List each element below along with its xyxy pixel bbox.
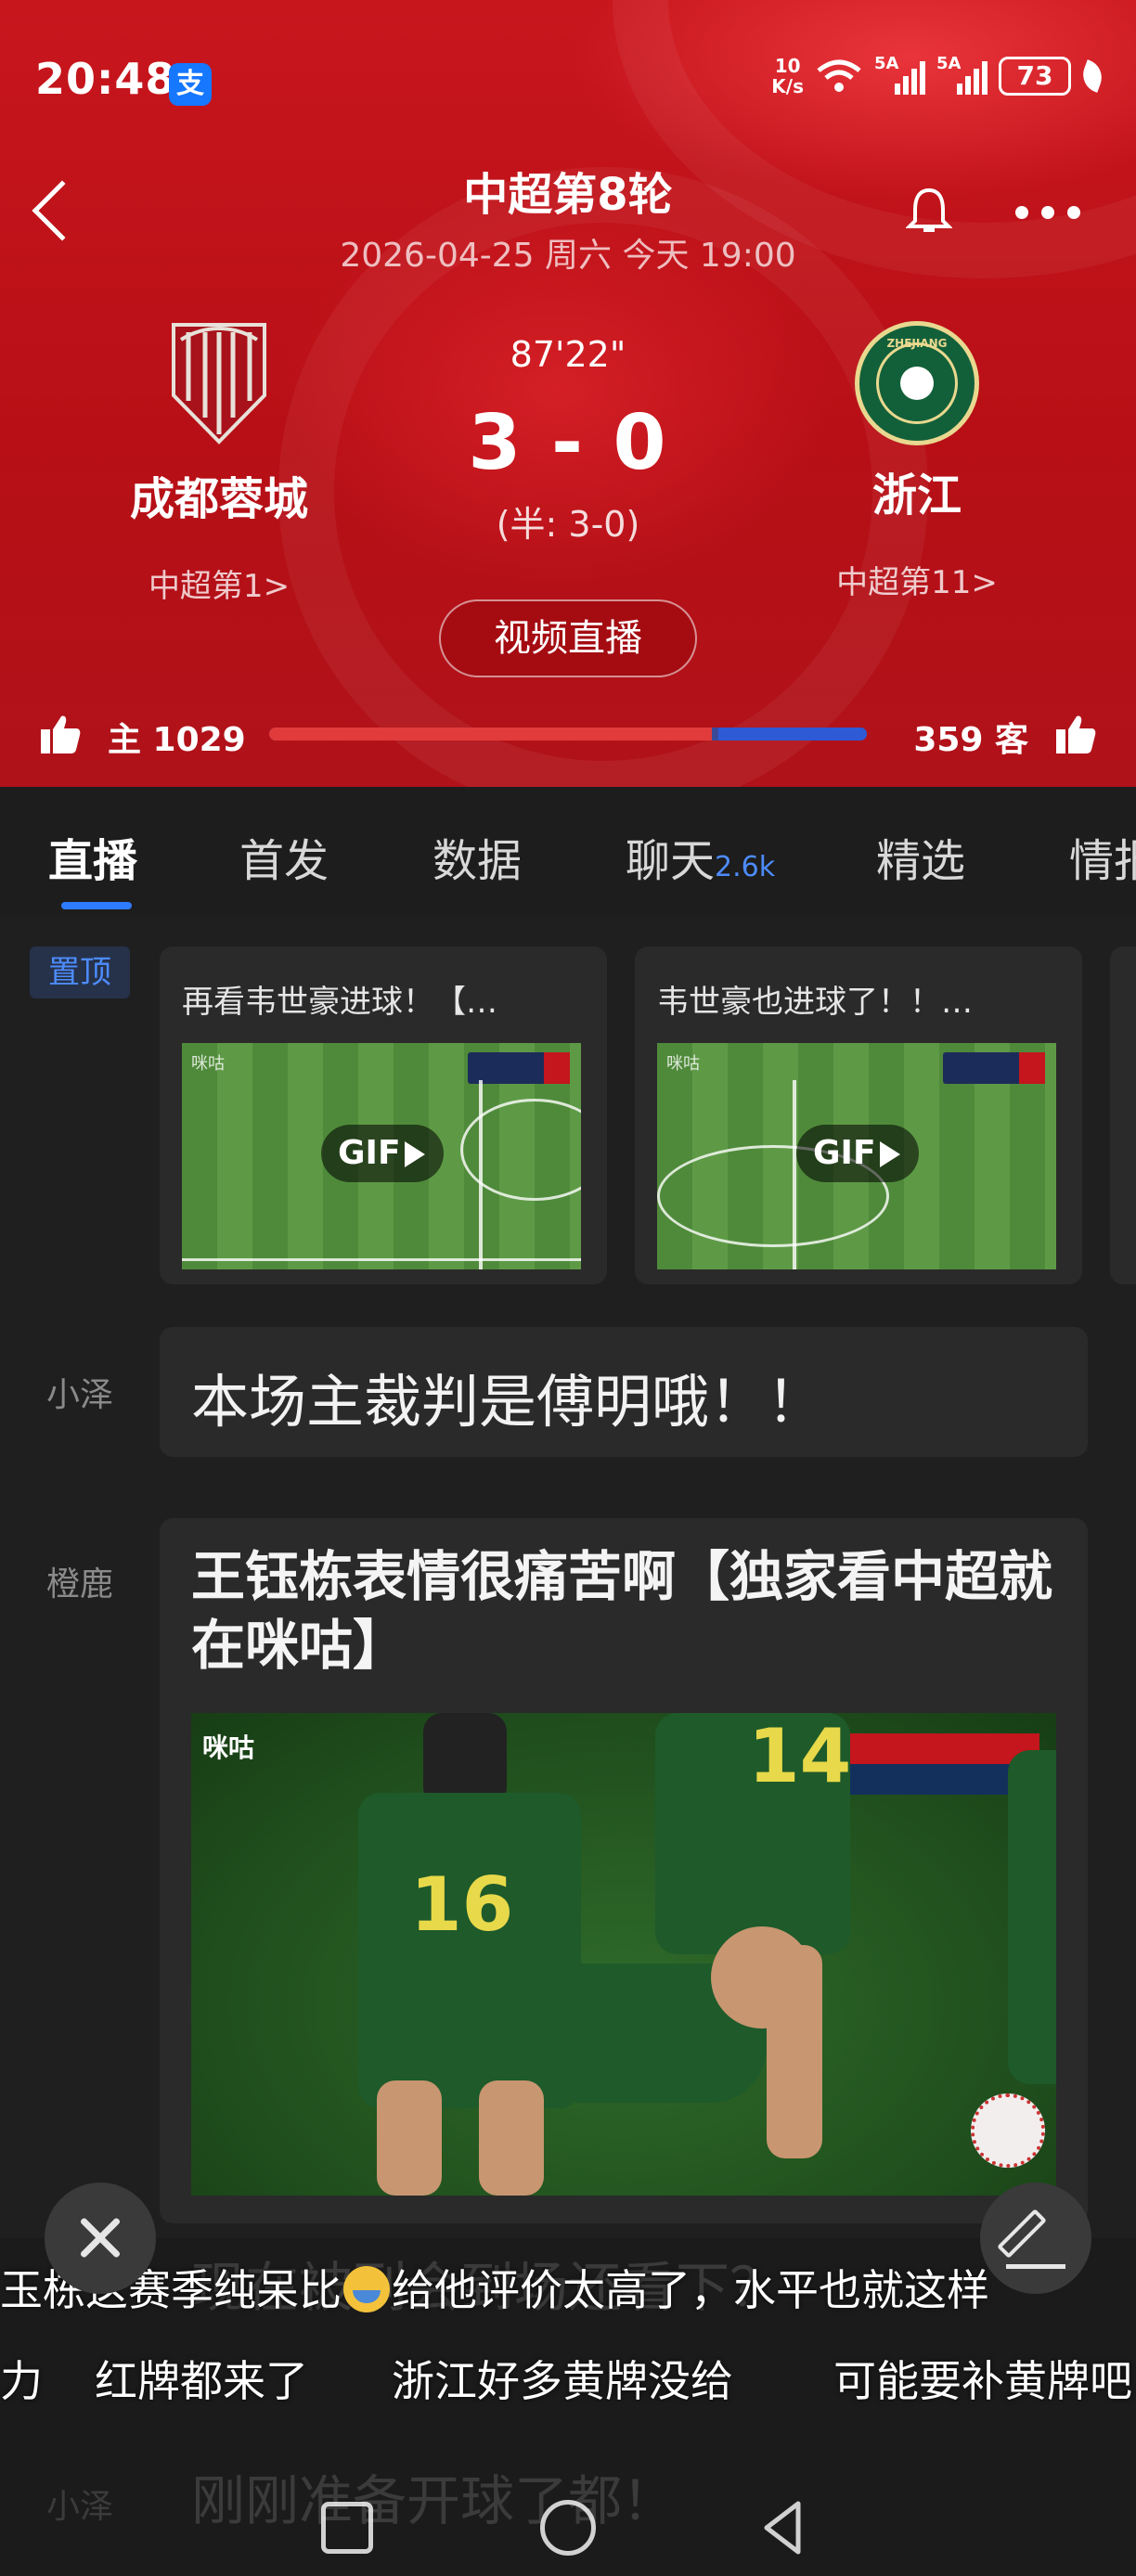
- compose-button[interactable]: [980, 2183, 1091, 2294]
- tab-intel[interactable]: 情报: [1069, 824, 1136, 889]
- wifi-icon: [817, 59, 861, 92]
- alipay-icon: 支: [169, 63, 212, 106]
- half-time-score: (半: 3-0): [496, 504, 640, 545]
- pencil-icon: [997, 2209, 1047, 2259]
- play-icon: [880, 1141, 900, 1167]
- thumbs-up-icon[interactable]: [39, 713, 82, 755]
- home-team-rank[interactable]: 中超第1>: [80, 560, 358, 606]
- thumbs-up-icon[interactable]: [1054, 713, 1097, 755]
- clock: 20:48: [35, 54, 176, 104]
- support-ratio-bar: [269, 728, 867, 741]
- match-header: 20:48 支 10 K/s 5A 5A 73 中超第8轮 2026-04-25…: [0, 0, 1136, 787]
- message-text: 王钰栋表情很痛苦啊【独家看中超就在咪咕】: [191, 1545, 1053, 1678]
- match-minute: 87'22": [510, 334, 626, 375]
- home-icon[interactable]: [540, 2500, 596, 2556]
- gif-badge: GIF: [796, 1125, 919, 1182]
- message-photo[interactable]: 咪咕 16 14: [191, 1713, 1056, 2196]
- match-datetime: 2026-04-25 周六 今天 19:00: [340, 237, 796, 275]
- danmaku-comment: 红牌都来了: [95, 2356, 308, 2406]
- video-caption: 再看韦世豪进球！【…: [182, 984, 497, 1021]
- message-text: 本场主裁判是傅明哦！！: [191, 1368, 825, 1436]
- tab-live[interactable]: 直播: [48, 824, 137, 889]
- video-live-button[interactable]: 视频直播: [439, 599, 697, 677]
- status-bar: 20:48 支 10 K/s 5A 5A 73: [0, 0, 1136, 167]
- chat-message[interactable]: 王钰栋表情很痛苦啊【独家看中超就在咪咕】 咪咕 16 14: [160, 1518, 1088, 2223]
- active-tab-indicator: [61, 902, 132, 909]
- tab-stats[interactable]: 数据: [432, 824, 522, 889]
- tab-bar: 直播 首发 数据 聊天2.6k 精选 情报: [0, 787, 1136, 915]
- laughing-emoji-icon: [343, 2266, 390, 2312]
- pinned-video-card[interactable]: 韦世豪也进球了！！… 咪咕 GIF: [635, 947, 1082, 1284]
- recent-apps-icon[interactable]: [321, 2502, 373, 2554]
- page-title: 中超第8轮: [463, 169, 673, 221]
- video-thumbnail[interactable]: 咪咕 GIF: [182, 1043, 581, 1269]
- chat-count-badge: 2.6k: [715, 851, 776, 883]
- battery-icon: 73: [999, 57, 1071, 96]
- home-support-count: 主 1029: [108, 721, 246, 759]
- cellular-signal-icon: 5A: [874, 54, 925, 95]
- away-support-count: 359 客: [913, 721, 1028, 759]
- pinned-video-card-peek[interactable]: [1110, 947, 1136, 1284]
- video-caption: 韦世豪也进球了！！…: [657, 984, 973, 1021]
- scoreboard-overlay: [468, 1052, 570, 1084]
- support-bar: 主 1029 359 客: [0, 705, 1136, 770]
- pinned-video-card[interactable]: 再看韦世豪进球！【… 咪咕 GIF: [160, 947, 607, 1284]
- tab-lineup[interactable]: 首发: [239, 824, 329, 889]
- tab-highlights[interactable]: 精选: [876, 824, 965, 889]
- message-author[interactable]: 小泽: [46, 1368, 113, 1416]
- cellular-signal-icon: 5A: [936, 54, 988, 95]
- video-thumbnail[interactable]: 咪咕 GIF: [657, 1043, 1056, 1269]
- pinned-badge: 置顶: [30, 947, 130, 998]
- play-icon: [405, 1141, 425, 1167]
- away-support-fill: [717, 728, 867, 741]
- bell-icon[interactable]: [906, 186, 952, 236]
- tab-chat[interactable]: 聊天2.6k: [626, 824, 775, 889]
- away-team-rank[interactable]: 中超第11>: [778, 557, 1056, 602]
- danmaku-comment: 浙江好多黄牌没给: [392, 2356, 733, 2406]
- network-speed: 10 K/s: [771, 55, 804, 97]
- close-danmaku-button[interactable]: [45, 2183, 156, 2294]
- system-navigation-bar: [0, 2483, 1136, 2576]
- gif-badge: GIF: [321, 1125, 444, 1182]
- score: 3 - 0: [468, 399, 668, 487]
- status-icons: 10 K/s 5A 5A 73: [771, 54, 1107, 97]
- scoreboard-overlay: [943, 1052, 1045, 1084]
- match-live-screen: 20:48 支 10 K/s 5A 5A 73 中超第8轮 2026-04-25…: [0, 0, 1136, 2576]
- home-support-fill: [269, 728, 713, 741]
- message-author[interactable]: 橙鹿: [46, 1557, 113, 1605]
- back-nav-icon[interactable]: [761, 2500, 804, 2556]
- more-icon[interactable]: [1015, 206, 1080, 219]
- power-saving-icon: [1078, 59, 1107, 93]
- danmaku-comment: 力: [0, 2356, 43, 2406]
- chat-message[interactable]: 本场主裁判是傅明哦！！: [160, 1327, 1088, 1457]
- danmaku-comment: 可能要补黄牌吧: [833, 2356, 1132, 2406]
